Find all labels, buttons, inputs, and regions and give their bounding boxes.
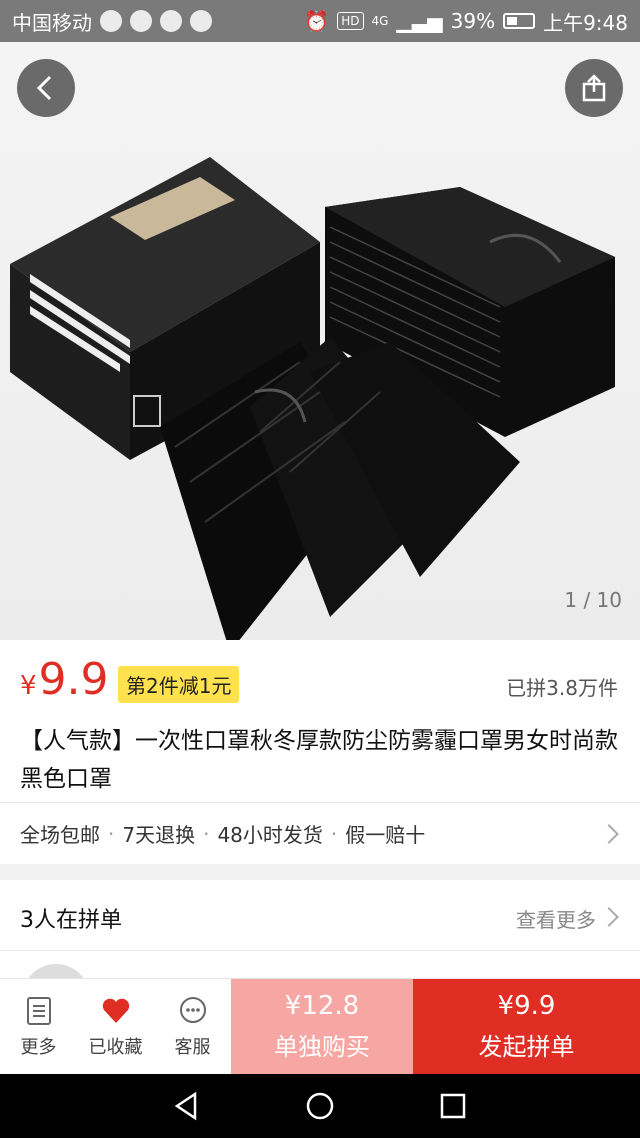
- status-bar: 中国移动 ⏰ HD 4G ▁▃▅ 39% 上午9:48: [0, 0, 640, 42]
- favorite-button[interactable]: 已收藏: [77, 979, 154, 1074]
- service-item: 假一赔十: [345, 823, 426, 847]
- group-buy-section: 3人在拼单 查看更多: [0, 880, 640, 1032]
- app-notification-icon: [130, 10, 152, 32]
- carrier-label: 中国移动: [12, 10, 92, 35]
- app-notification-icon: [160, 10, 182, 32]
- home-circle-icon[interactable]: [304, 1090, 336, 1122]
- service-label: 客服: [174, 1036, 211, 1058]
- clock: 上午9:48: [543, 10, 628, 35]
- promo-badge: 第2件减1元: [118, 666, 240, 703]
- chevron-left-icon: [36, 75, 52, 101]
- product-photo: [10, 157, 615, 640]
- more-button[interactable]: 更多: [0, 979, 77, 1074]
- heart-icon: [102, 998, 129, 1023]
- favorite-label: 已收藏: [88, 1036, 143, 1058]
- single-label: 单独购买: [274, 1033, 370, 1061]
- group-price: ¥9.9: [497, 991, 556, 1021]
- chat-bubble-icon: [179, 996, 206, 1023]
- customer-service-button[interactable]: 客服: [154, 979, 231, 1074]
- hd-badge: HD: [337, 12, 364, 30]
- service-item: 48小时发货: [217, 823, 323, 847]
- back-button[interactable]: [17, 59, 75, 117]
- service-item: 全场包邮: [20, 823, 100, 847]
- start-group-buy-button[interactable]: ¥9.9 发起拼单: [413, 979, 640, 1074]
- wechat-icon: [190, 10, 212, 32]
- chevron-right-icon: [599, 823, 619, 844]
- recent-apps-icon[interactable]: [437, 1090, 469, 1122]
- service-guarantees[interactable]: 全场包邮 · 7天退换 · 48小时发货 · 假一赔十: [0, 802, 640, 864]
- price-value: 9.9: [38, 654, 109, 705]
- share-icon: [582, 74, 606, 102]
- price: ¥ 9.9: [20, 654, 109, 705]
- divider: [0, 950, 640, 951]
- share-button[interactable]: [565, 59, 623, 117]
- group-label: 发起拼单: [478, 1033, 575, 1061]
- bottom-action-bar: 更多 已收藏 客服 ¥12.8 单独购买 ¥9.9 发起拼单: [0, 978, 640, 1074]
- signal-icon: ▁▃▅: [396, 9, 443, 33]
- battery-percent: 39%: [450, 9, 496, 33]
- product-title: 【人气款】一次性口罩秋冬厚款防尘防雾霾口罩男女时尚款黑色口罩: [20, 728, 618, 792]
- group-heading: 3人在拼单: [20, 908, 122, 933]
- battery-icon: [503, 13, 536, 29]
- image-pager: 1 / 10: [564, 588, 622, 612]
- back-triangle-icon[interactable]: [171, 1090, 203, 1122]
- currency-symbol: ¥: [20, 671, 37, 701]
- chevron-right-icon: [599, 907, 619, 927]
- view-more-link[interactable]: 查看更多: [516, 904, 596, 933]
- sold-count: 已拼3.8万件: [506, 676, 618, 700]
- more-label: 更多: [20, 1036, 57, 1058]
- system-navigation-bar: [0, 1074, 640, 1138]
- single-price: ¥12.8: [284, 991, 360, 1021]
- product-info: ¥ 9.9 第2件减1元 已拼3.8万件 【人气款】一次性口罩秋冬厚款防尘防雾霾…: [0, 640, 640, 864]
- alarm-icon: ⏰: [304, 9, 330, 33]
- signal-label: 4G: [371, 14, 389, 28]
- service-item: 7天退换: [122, 823, 196, 847]
- buy-alone-button[interactable]: ¥12.8 单独购买: [231, 979, 413, 1074]
- product-image-carousel[interactable]: 1 / 10: [0, 42, 640, 640]
- menu-list-icon: [26, 996, 51, 1025]
- app-notification-icon: [100, 10, 122, 32]
